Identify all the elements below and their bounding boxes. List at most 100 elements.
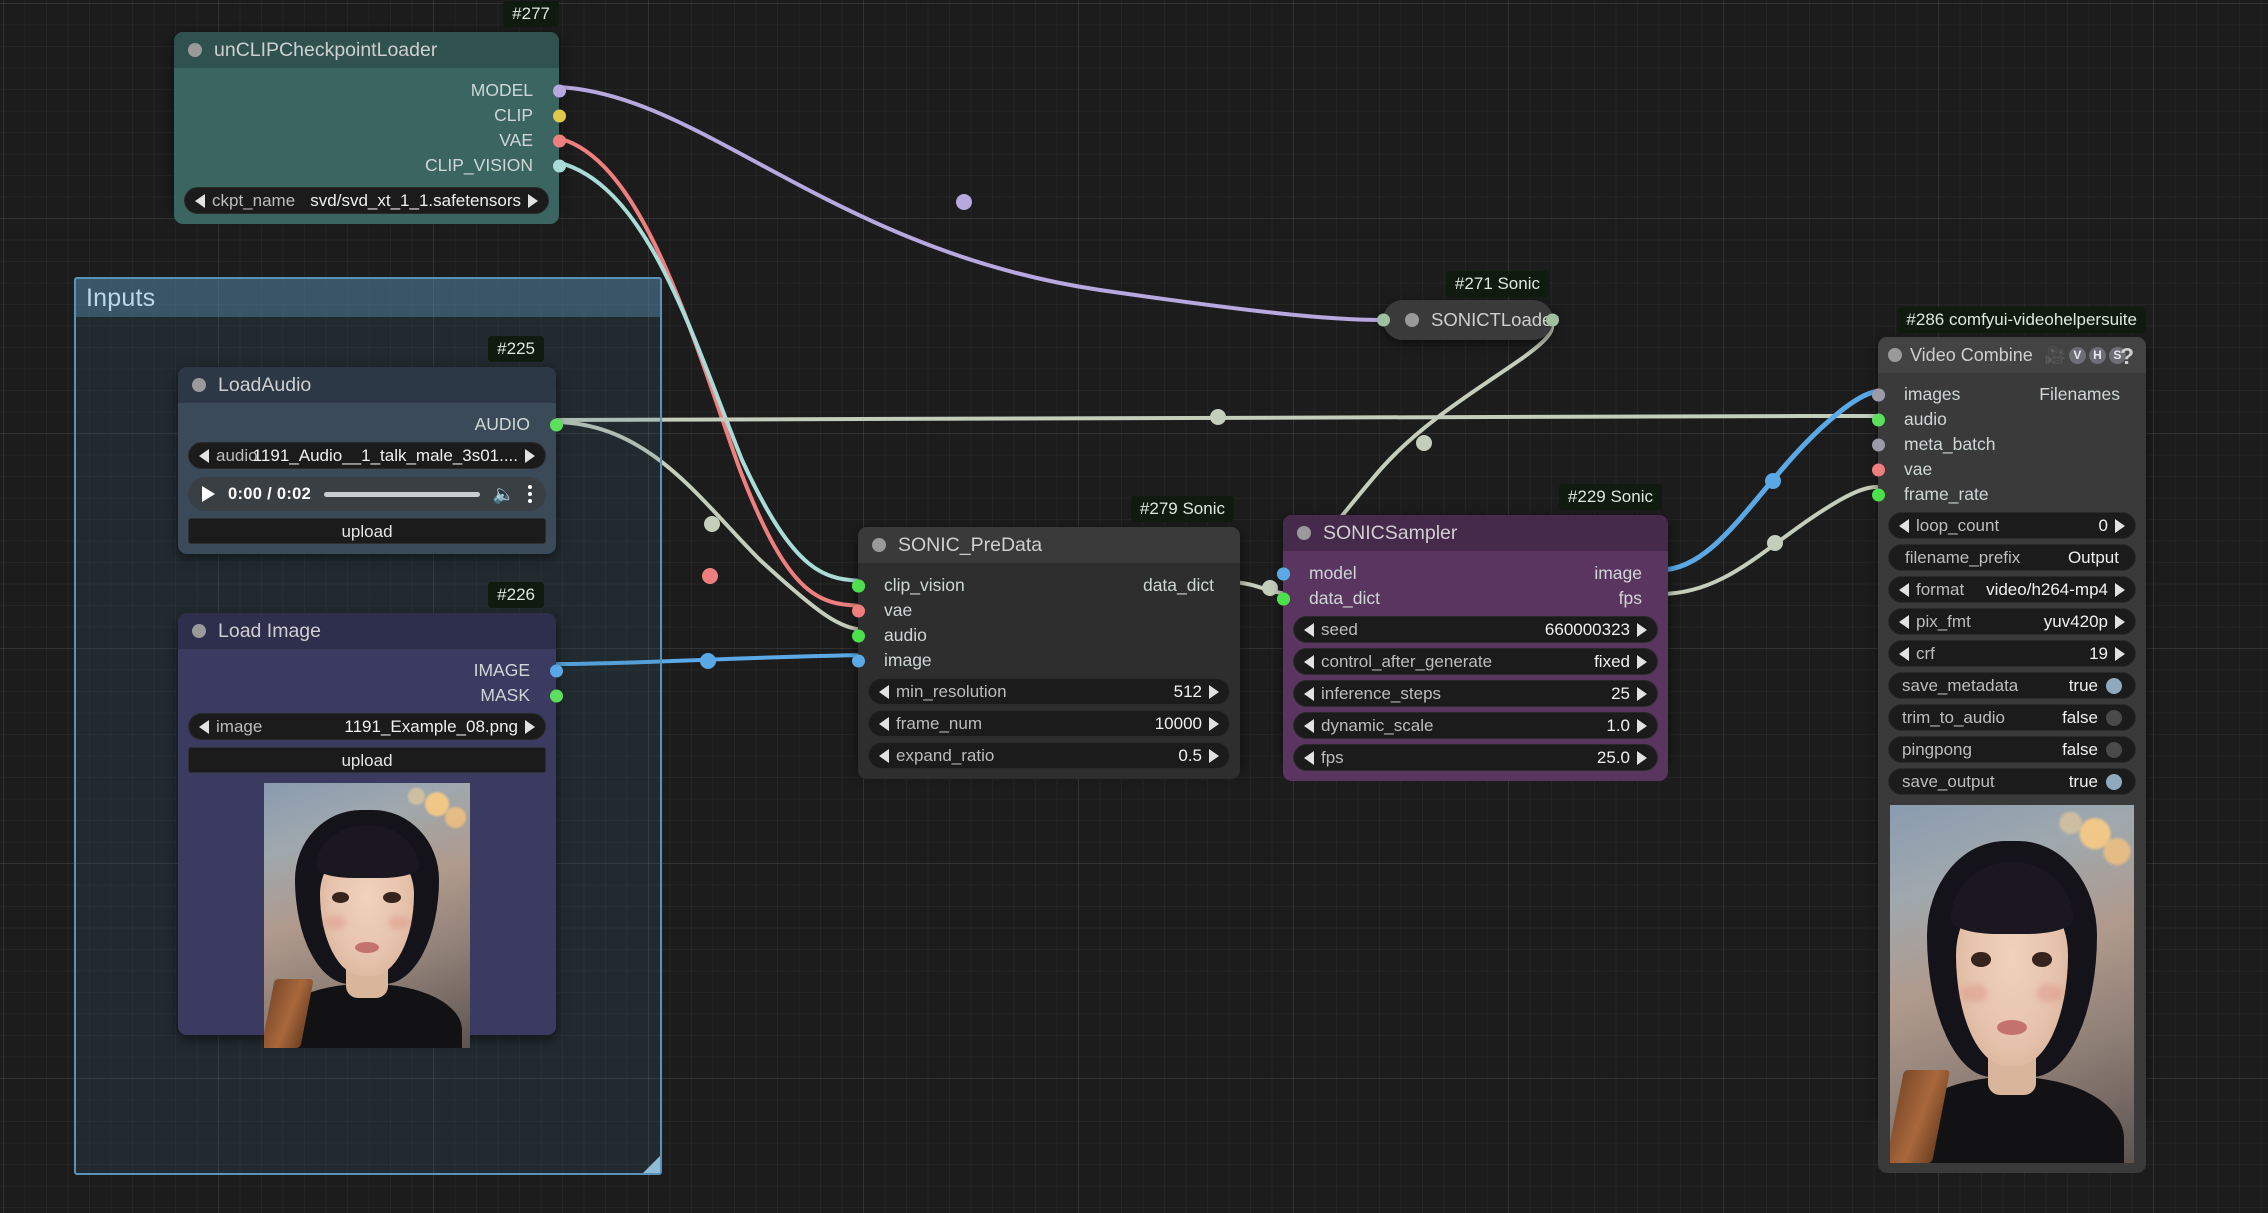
input-slot-model[interactable]: model image	[1276, 561, 1668, 586]
slot-dot-model[interactable]	[552, 84, 566, 97]
decrement-arrow-icon[interactable]	[1304, 686, 1314, 701]
collapsed-output-dot[interactable]	[1546, 313, 1559, 327]
node-header-icons[interactable]: 🎥 V H S	[2045, 346, 2126, 364]
node-title-bar[interactable]: SONICSampler	[1283, 515, 1668, 551]
collapse-dot-icon[interactable]	[1888, 348, 1902, 362]
collapsed-input-dot[interactable]	[1377, 313, 1390, 327]
audio-player[interactable]: 0:00 / 0:02 🔈	[188, 477, 546, 511]
badge-v-icon[interactable]: V	[2068, 346, 2086, 364]
increment-arrow-icon[interactable]	[1209, 716, 1219, 731]
increment-arrow-icon[interactable]	[1637, 654, 1647, 669]
increment-arrow-icon[interactable]	[1637, 686, 1647, 701]
increment-arrow-icon[interactable]	[1209, 748, 1219, 763]
widget-crf[interactable]: crf 19	[1888, 640, 2136, 667]
collapse-dot-icon[interactable]	[1405, 313, 1419, 327]
input-slot-audio[interactable]: audio	[851, 623, 1240, 648]
widget-trim-to-audio[interactable]: trim_to_audio false	[1888, 704, 2136, 731]
play-icon[interactable]	[202, 486, 215, 502]
widget-frame-num[interactable]: frame_num 10000	[868, 710, 1230, 737]
output-slot-image[interactable]: IMAGE	[178, 658, 563, 683]
widget-min-resolution[interactable]: min_resolution 512	[868, 678, 1230, 705]
widget-audio-file[interactable]: audio 1191_Audio__1_talk_male_3s01....	[188, 442, 546, 469]
decrement-arrow-icon[interactable]	[199, 448, 209, 463]
input-slot-images[interactable]: images Filenames	[1871, 382, 2146, 407]
input-slot-meta-batch[interactable]: meta_batch	[1871, 432, 2146, 457]
slot-dot-data-dict[interactable]	[851, 579, 865, 592]
collapse-dot-icon[interactable]	[188, 43, 202, 57]
increment-arrow-icon[interactable]	[2115, 582, 2125, 597]
node-load-image[interactable]: #226 Load Image IMAGE MASK image 1191_Ex…	[178, 582, 563, 1048]
decrement-arrow-icon[interactable]	[1899, 614, 1909, 629]
widget-inference-steps[interactable]: inference_steps 25	[1293, 680, 1658, 707]
input-slot-vae[interactable]: vae	[1871, 457, 2146, 482]
decrement-arrow-icon[interactable]	[1304, 718, 1314, 733]
collapse-dot-icon[interactable]	[872, 538, 886, 552]
widget-ckpt-name[interactable]: ckpt_name svd/svd_xt_1_1.safetensors	[184, 187, 549, 214]
increment-arrow-icon[interactable]	[528, 193, 538, 208]
graph-canvas[interactable]: Inputs #277 unCLIPCheckpointLoader MODEL…	[0, 0, 2268, 1213]
increment-arrow-icon[interactable]	[525, 448, 535, 463]
node-sonic-sampler[interactable]: #229 Sonic SONICSampler model image data…	[1276, 484, 1668, 781]
widget-image-file[interactable]: image 1191_Example_08.png	[188, 713, 546, 740]
slot-dot-audio[interactable]	[851, 629, 865, 642]
output-slot-mask[interactable]: MASK	[178, 683, 563, 708]
widget-seed[interactable]: seed 660000323	[1293, 616, 1658, 643]
toggle-switch[interactable]	[2106, 677, 2122, 694]
widget-format[interactable]: format video/h264-mp4	[1888, 576, 2136, 603]
input-slot-frame-rate[interactable]: frame_rate	[1871, 482, 2146, 507]
output-slot-model[interactable]: MODEL	[174, 78, 566, 103]
slot-dot-vae[interactable]	[552, 134, 566, 147]
decrement-arrow-icon[interactable]	[1899, 518, 1909, 533]
video-preview[interactable]	[1890, 805, 2134, 1163]
input-slot-vae[interactable]: vae	[851, 598, 1240, 623]
node-title-bar[interactable]: Video Combine 🎥 V H S ?	[1878, 337, 2146, 373]
speaker-icon[interactable]: 🔈	[493, 485, 515, 503]
collapse-dot-icon[interactable]	[192, 378, 206, 392]
slot-dot-frame-rate[interactable]	[1871, 488, 1885, 501]
node-load-audio[interactable]: #225 LoadAudio AUDIO audio 1191_Audio__1…	[178, 336, 563, 554]
slot-dot-clip-vision[interactable]	[552, 159, 566, 172]
decrement-arrow-icon[interactable]	[1899, 582, 1909, 597]
input-slot-clip-vision[interactable]: clip_vision data_dict	[851, 573, 1240, 598]
output-slot-vae[interactable]: VAE	[174, 128, 566, 153]
output-slot-clip-vision[interactable]: CLIP_VISION	[174, 153, 566, 178]
node-video-combine[interactable]: #286 comfyui-videohelpersuite Video Comb…	[1871, 307, 2146, 1173]
widget-save-metadata[interactable]: save_metadata true	[1888, 672, 2136, 699]
toggle-switch[interactable]	[2106, 773, 2122, 790]
decrement-arrow-icon[interactable]	[195, 193, 205, 208]
increment-arrow-icon[interactable]	[1209, 684, 1219, 699]
increment-arrow-icon[interactable]	[1637, 750, 1647, 765]
group-resize-handle[interactable]	[643, 1156, 660, 1173]
node-title-bar[interactable]: SONIC_PreData	[858, 527, 1240, 563]
decrement-arrow-icon[interactable]	[1304, 622, 1314, 637]
slot-dot-mask[interactable]	[549, 689, 563, 702]
help-icon[interactable]: ?	[2120, 343, 2134, 370]
decrement-arrow-icon[interactable]	[1304, 750, 1314, 765]
increment-arrow-icon[interactable]	[2115, 518, 2125, 533]
node-sonic-predata[interactable]: #279 Sonic SONIC_PreData clip_vision dat…	[851, 496, 1240, 779]
widget-fps[interactable]: fps 25.0	[1293, 744, 1658, 771]
slot-dot-image[interactable]	[1276, 567, 1290, 580]
decrement-arrow-icon[interactable]	[1899, 646, 1909, 661]
toggle-switch[interactable]	[2106, 741, 2122, 758]
slot-dot-image[interactable]	[549, 664, 563, 677]
widget-filename-prefix[interactable]: filename_prefix Output	[1888, 544, 2136, 571]
input-slot-data-dict[interactable]: data_dict fps	[1276, 586, 1668, 611]
widget-expand-ratio[interactable]: expand_ratio 0.5	[868, 742, 1230, 769]
toggle-switch[interactable]	[2106, 709, 2122, 726]
decrement-arrow-icon[interactable]	[879, 748, 889, 763]
increment-arrow-icon[interactable]	[2115, 646, 2125, 661]
widget-save-output[interactable]: save_output true	[1888, 768, 2136, 795]
collapse-dot-icon[interactable]	[192, 624, 206, 638]
slot-dot-filenames[interactable]	[1871, 388, 1885, 401]
slot-dot-audio[interactable]	[549, 418, 563, 431]
node-title-bar[interactable]: SONICTLoader	[1383, 300, 1559, 340]
node-title-bar[interactable]: LoadAudio	[178, 367, 556, 403]
node-sonic-t-loader[interactable]: #271 Sonic SONICTLoader	[1377, 271, 1559, 340]
widget-control-after-generate[interactable]: control_after_generate fixed	[1293, 648, 1658, 675]
decrement-arrow-icon[interactable]	[879, 716, 889, 731]
node-title-bar[interactable]: unCLIPCheckpointLoader	[174, 32, 559, 68]
widget-value[interactable]: Output	[2068, 548, 2119, 568]
input-slot-audio[interactable]: audio	[1871, 407, 2146, 432]
widget-pingpong[interactable]: pingpong false	[1888, 736, 2136, 763]
